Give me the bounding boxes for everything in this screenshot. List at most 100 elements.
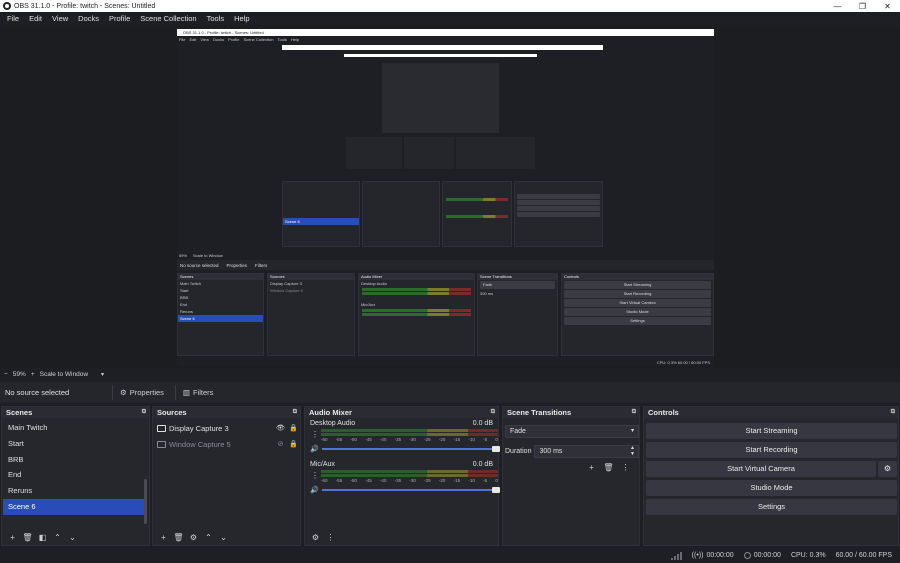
remove-source-trash-icon[interactable]: 🗑 — [171, 531, 186, 544]
channel-name: Desktop Audio — [310, 420, 356, 427]
scene-item-start[interactable]: Start — [3, 436, 145, 452]
eye-hidden-icon[interactable]: ⊘ — [274, 440, 287, 448]
source-item-display-capture-3[interactable]: Display Capture 3 👁 🔒 — [153, 420, 300, 436]
scene-transitions-header: Scene Transitions ⧉ — [503, 407, 639, 418]
maximize-button[interactable]: ❐ — [850, 0, 875, 12]
mini-desktop-audio: Desktop Audio — [361, 281, 387, 286]
scene-item-main-twitch[interactable]: Main Twitch — [3, 420, 145, 436]
add-scene-plus-icon[interactable]: + — [5, 531, 20, 544]
chevron-down-icon[interactable]: ▾ — [101, 371, 104, 378]
transition-select[interactable]: Fade ▾ — [505, 425, 639, 438]
tick: -60 — [321, 478, 328, 483]
slider-handle[interactable] — [492, 446, 500, 452]
mini-btn-l2-b — [517, 200, 600, 205]
start-virtual-camera-button[interactable]: Start Virtual Camera — [646, 461, 876, 477]
studio-mode-button[interactable]: Studio Mode — [646, 480, 897, 496]
speaker-icon[interactable]: 🔊 — [310, 486, 319, 494]
remove-scene-trash-icon[interactable]: 🗑 — [20, 531, 35, 544]
undock-icon[interactable]: ⧉ — [632, 409, 636, 416]
menu-scene-collection[interactable]: Scene Collection — [135, 14, 201, 23]
scene-item-reruns[interactable]: Reruns — [3, 483, 145, 499]
remove-transition-trash-icon[interactable]: 🗑 — [601, 461, 616, 474]
eye-icon[interactable]: 👁 — [274, 424, 287, 432]
menu-tools[interactable]: Tools — [202, 14, 230, 23]
add-source-plus-icon[interactable]: + — [156, 531, 171, 544]
undock-icon[interactable]: ⧉ — [491, 409, 495, 416]
properties-button[interactable]: ⚙ Properties — [112, 385, 171, 400]
scene-filters-icon[interactable]: ◧ — [35, 531, 50, 544]
mini-scene-4: Reruns — [180, 309, 193, 314]
spin-arrows-icon[interactable]: ▲ ▼ — [630, 445, 635, 457]
transition-menu-icon[interactable]: ⋮ — [618, 461, 633, 474]
menu-view[interactable]: View — [47, 14, 73, 23]
close-button[interactable]: ✕ — [875, 0, 900, 12]
slider-handle[interactable] — [492, 487, 500, 493]
channel-db: 0.0 dB — [472, 420, 493, 427]
scene-item-end[interactable]: End — [3, 467, 145, 483]
duration-value: 300 ms — [539, 448, 563, 455]
mini-studio-mode: Studio Mode — [564, 308, 711, 316]
duration-input[interactable]: 300 ms ▲ ▼ — [534, 445, 639, 458]
add-transition-plus-icon[interactable]: + — [584, 461, 599, 474]
mini-controls-dock: Controls Start Streaming Start Recording… — [561, 273, 714, 356]
undock-icon[interactable]: ⧉ — [293, 409, 297, 416]
move-source-down-icon[interactable]: ⌄ — [216, 531, 231, 544]
move-scene-up-icon[interactable]: ⌃ — [50, 531, 65, 544]
mini-preview-level3-inner — [344, 57, 537, 172]
menu-help[interactable]: Help — [229, 14, 254, 23]
menu-docks[interactable]: Docks — [73, 14, 104, 23]
scale-mode-select[interactable]: Scale to Window — [40, 371, 88, 378]
scene-transitions-dock: Scene Transitions ⧉ Fade ▾ Duration 300 … — [502, 406, 640, 546]
filters-button[interactable]: ▥ Filters — [174, 385, 221, 400]
mini-preview-level3 — [344, 54, 537, 172]
scene-item-brb[interactable]: BRB — [3, 452, 145, 468]
mini-zoom-mode: Scale to Window — [193, 252, 223, 258]
mixer-menu-icon[interactable]: ⋮ — [323, 531, 338, 544]
menu-file[interactable]: File — [2, 14, 24, 23]
lock-icon[interactable]: 🔒 — [287, 440, 300, 448]
volume-slider[interactable] — [322, 446, 500, 452]
mini-btn-l2-a — [517, 194, 600, 199]
zoom-in-button[interactable]: + — [31, 371, 35, 378]
mini-mixer-l3 — [404, 137, 454, 169]
sources-dock: Sources ⧉ Display Capture 3 👁 🔒 Window C… — [152, 406, 301, 546]
filters-label: Filters — [193, 388, 214, 397]
minimize-button[interactable]: — — [825, 0, 850, 12]
meter-bar-right — [321, 474, 498, 477]
program-preview[interactable]: OBS 31.1.0 - Profile: twitch - Scenes: U… — [177, 29, 714, 366]
scene-list: Main Twitch Start BRB End Reruns Scene 6 — [3, 420, 145, 515]
speaker-icon[interactable]: 🔊 — [310, 445, 319, 453]
source-item-window-capture-5[interactable]: Window Capture 5 ⊘ 🔒 — [153, 436, 300, 452]
virtual-camera-settings-gear-icon[interactable]: ⚙ — [878, 461, 897, 477]
mini-meter-l2-a — [446, 198, 508, 201]
undock-icon[interactable]: ⧉ — [891, 409, 895, 416]
tick: -10 — [468, 437, 475, 442]
mini-properties: Properties — [226, 262, 248, 268]
more-vertical-icon[interactable]: ⋮ — [311, 430, 319, 439]
advanced-audio-gear-icon[interactable]: ⚙ — [308, 531, 323, 544]
record-icon — [743, 552, 751, 559]
settings-button[interactable]: Settings — [646, 499, 897, 515]
source-properties-gear-icon[interactable]: ⚙ — [186, 531, 201, 544]
preview-area: OBS 31.1.0 - Profile: twitch - Scenes: U… — [0, 25, 900, 368]
mini-scenes-l2: Scene 6 — [282, 181, 360, 247]
mini-zoombar: 59% Scale to Window — [177, 251, 714, 259]
menu-edit[interactable]: Edit — [24, 14, 47, 23]
mini-meter-mic-2 — [362, 313, 471, 316]
start-streaming-button[interactable]: Start Streaming — [646, 423, 897, 439]
zoom-out-button[interactable]: − — [4, 371, 8, 378]
start-recording-button[interactable]: Start Recording — [646, 442, 897, 458]
tick: -30 — [409, 478, 416, 483]
mini-controls-l3 — [456, 137, 535, 169]
more-vertical-icon[interactable]: ⋮ — [311, 471, 319, 480]
undock-icon[interactable]: ⧉ — [142, 409, 146, 416]
move-scene-down-icon[interactable]: ⌄ — [65, 531, 80, 544]
transition-tools: + 🗑 ⋮ — [584, 461, 633, 474]
lock-icon[interactable]: 🔒 — [287, 424, 300, 432]
move-source-up-icon[interactable]: ⌃ — [201, 531, 216, 544]
menu-profile[interactable]: Profile — [104, 14, 135, 23]
volume-slider[interactable] — [322, 487, 500, 493]
channel-db: 0.0 dB — [472, 461, 493, 468]
scene-item-scene-6[interactable]: Scene 6 — [3, 498, 145, 515]
scenes-scrollbar[interactable] — [144, 479, 147, 524]
